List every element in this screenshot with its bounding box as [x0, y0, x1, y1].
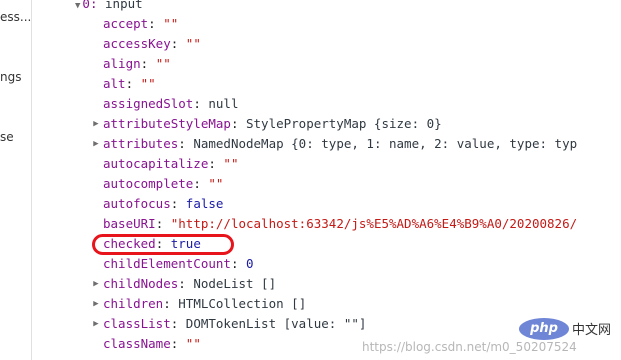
property-value: "" [223, 156, 239, 171]
watermark: php 中文网 https://blog.csdn.net/m0_5020752… [362, 318, 621, 360]
root-type: input [105, 0, 143, 11]
property-key: childNodes [103, 276, 179, 291]
property-value: "" [140, 76, 156, 91]
property-key: accessKey [103, 36, 171, 51]
property-key: assignedSlot [103, 96, 194, 111]
property-row-classlist[interactable]: ▶ classList: DOMTokenList [value: ""] [93, 314, 367, 334]
property-key: autofocus [103, 196, 171, 211]
tree-root-node[interactable]: ▼ 0: input [75, 0, 143, 14]
property-row-autocomplete: autocomplete: "" [103, 176, 224, 191]
property-key: autocomplete [103, 176, 194, 191]
property-row-classname: className: "" [103, 336, 201, 351]
property-key: classList [103, 316, 171, 331]
triangle-right-icon[interactable]: ▶ [91, 134, 101, 154]
property-value: NodeList [] [193, 276, 277, 291]
property-value: "" [185, 336, 201, 351]
property-row-childnodes[interactable]: ▶ childNodes: NodeList [] [93, 274, 277, 294]
property-value: NamedNodeMap {0: type, 1: name, 2: value… [193, 136, 578, 151]
property-row-alt: alt: "" [103, 76, 156, 91]
property-row-assignedslot: assignedSlot: null [103, 96, 239, 111]
property-value: "" [185, 36, 201, 51]
property-row-accesskey: accessKey: "" [103, 36, 201, 51]
property-row-attributestylemap[interactable]: ▶ attributeStyleMap: StylePropertyMap {si… [93, 114, 442, 134]
root-index: 0: [82, 0, 98, 11]
php-logo: php [519, 318, 569, 340]
property-row-baseuri: baseURI: "http://localhost:63342/js%E5%A… [103, 216, 578, 231]
watermark-url: https://blog.csdn.net/m0_50207524 [362, 340, 577, 354]
property-value: false [185, 196, 224, 211]
property-value: DOMTokenList [value: ""] [185, 316, 367, 331]
checked-highlight-annotation [92, 234, 234, 255]
triangle-down-icon[interactable]: ▼ [75, 1, 80, 11]
property-value: null [208, 96, 239, 111]
property-value: 0 [246, 256, 254, 271]
triangle-right-icon[interactable]: ▶ [91, 114, 101, 134]
sidebar-item-3[interactable]: se [0, 130, 14, 144]
property-row-autocapitalize: autocapitalize: "" [103, 156, 239, 171]
property-key: accept [103, 16, 149, 31]
property-row-attributes[interactable]: ▶ attributes: NamedNodeMap {0: type, 1: n… [93, 134, 578, 154]
property-key: className [103, 336, 171, 351]
property-row-align: align: "" [103, 56, 171, 71]
property-key: align [103, 56, 141, 71]
sidebar-item-1[interactable]: ess... [0, 10, 31, 24]
property-key: attributes [103, 136, 179, 151]
property-value: "" [208, 176, 224, 191]
property-key: autocapitalize [103, 156, 209, 171]
property-value: "http://localhost:63342/js%E5%AD%A6%E4%B… [170, 216, 578, 231]
property-key: alt [103, 76, 126, 91]
triangle-right-icon[interactable]: ▶ [91, 274, 101, 294]
property-row-accept: accept: "" [103, 16, 179, 31]
triangle-right-icon[interactable]: ▶ [91, 314, 101, 334]
property-value: "" [155, 56, 171, 71]
property-value: HTMLCollection [] [178, 296, 307, 311]
sidebar-item-2[interactable]: ngs [0, 70, 21, 84]
object-property-tree: ▼ 0: input accept: "" accessKey: "" align: … [75, 0, 621, 360]
property-key: childElementCount [103, 256, 231, 271]
watermark-site-name: 中文网 [572, 323, 612, 338]
property-row-autofocus: autofocus: false [103, 196, 224, 211]
property-value: "" [163, 16, 179, 31]
triangle-right-icon[interactable]: ▶ [91, 294, 101, 314]
property-row-childelementcount: childElementCount: 0 [103, 256, 254, 271]
property-row-children[interactable]: ▶ children: HTMLCollection [] [93, 294, 307, 314]
sidebar-panel: ess... ngs se [0, 0, 32, 360]
property-key: attributeStyleMap [103, 116, 231, 131]
property-key: children [103, 296, 164, 311]
property-value: StylePropertyMap {size: 0} [246, 116, 442, 131]
property-key: baseURI [103, 216, 156, 231]
